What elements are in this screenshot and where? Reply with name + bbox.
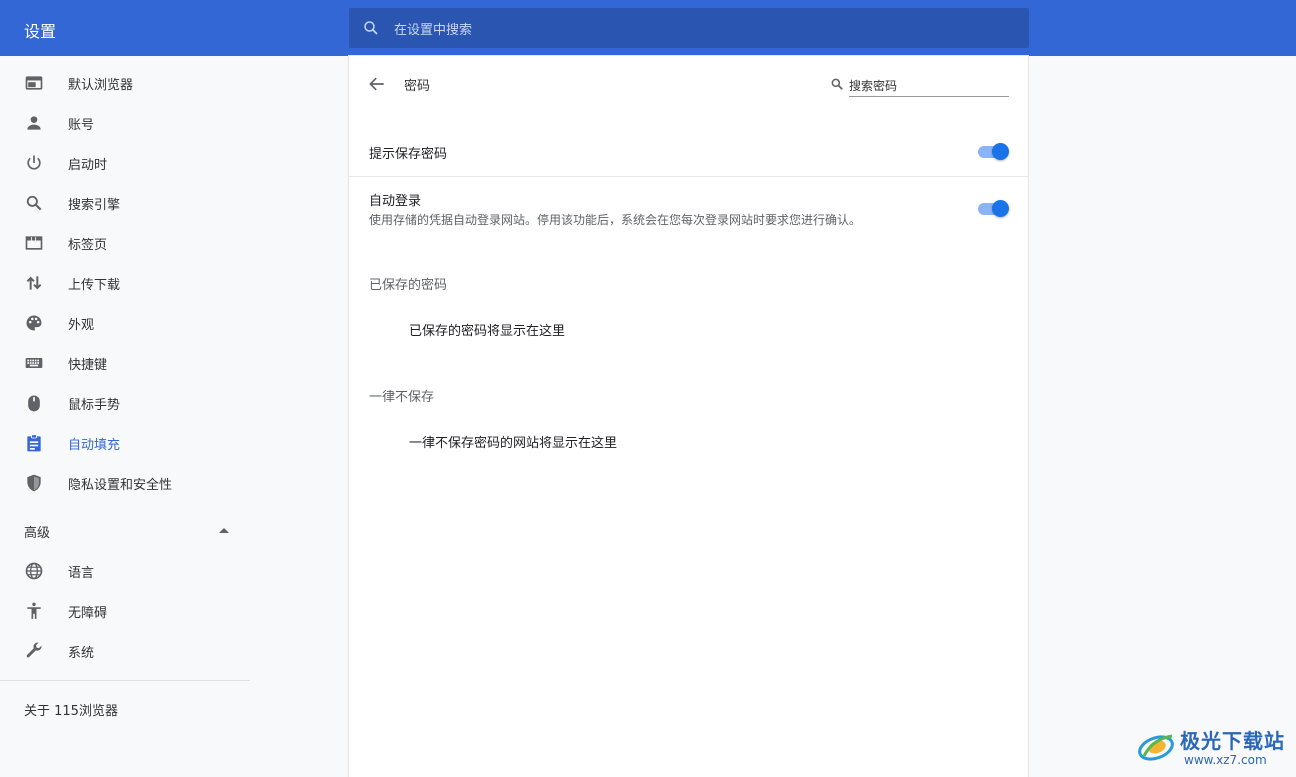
never-saved-heading: 一律不保存 [369,390,435,405]
never-saved-empty-message: 一律不保存密码的网站将显示在这里 [409,436,618,451]
app-title: 设置 [24,22,57,41]
sidebar-item-label: 语言 [68,566,95,581]
accessibility-icon [27,602,41,619]
settings-search-box[interactable]: 在设置中搜索 [349,8,1029,48]
search-icon [831,78,843,90]
watermark-logo-icon [1138,734,1174,761]
settings-search-placeholder[interactable]: 在设置中搜索 [394,19,472,38]
sidebar-item-autofill[interactable]: 自动填充 [0,423,250,463]
sidebar-item-label: 搜索引擎 [68,198,121,213]
auto-signin-description: 使用存储的凭据自动登录网站。停用该功能后，系统会在您每次登录网站时要求您进行确认… [369,213,862,227]
sidebar-item-label: 启动时 [68,158,108,173]
sidebar-item-label: 鼠标手势 [68,398,121,413]
watermark: 极光下载站 www.xz7.com [1136,722,1291,772]
sidebar-item-on-startup[interactable]: 启动时 [0,143,250,183]
sidebar-item-system[interactable]: 系统 [0,631,250,671]
sidebar-item-privacy-security[interactable]: 隐私设置和安全性 [0,463,250,503]
sidebar-item-shortcuts[interactable]: 快捷键 [0,343,250,383]
sidebar-item-appearance[interactable]: 外观 [0,303,250,343]
sidebar-item-accessibility[interactable]: 无障碍 [0,591,250,631]
advanced-label: 高级 [24,526,51,541]
clipboard-icon [27,434,41,452]
sidebar: 默认浏览器 账号 启动时 搜索引擎 标签页 上传下载 外观 快捷键 鼠标手势 自… [0,56,250,777]
auto-signin-label: 自动登录 [369,194,422,209]
person-icon [27,116,41,130]
caret-up-icon [219,528,229,533]
sidebar-divider [0,680,250,681]
shield-icon [27,474,41,492]
offer-to-save-toggle[interactable] [978,142,1010,162]
watermark-text: 极光下载站 [1180,729,1285,753]
passwords-card: 密码 提示保存密码 自动登录 使用存储的凭据自动登录网站。停用该功能后，系统会在… [349,56,1028,777]
page-title: 密码 [404,79,431,94]
wrench-icon [26,642,42,658]
toggle-knob [992,200,1009,217]
sidebar-item-account[interactable]: 账号 [0,103,250,143]
top-bar: 设置 在设置中搜索 [0,0,1296,56]
back-arrow-icon[interactable] [367,74,387,94]
mouse-icon [28,395,40,412]
sidebar-item-label: 外观 [68,318,95,333]
search-icon [26,195,42,211]
offer-to-save-label: 提示保存密码 [369,147,448,162]
sidebar-item-label: 上传下载 [68,278,121,293]
keyboard-icon [25,358,43,368]
up-down-arrows-icon [26,276,42,290]
saved-passwords-empty-message: 已保存的密码将显示在这里 [409,324,566,339]
palette-icon [26,315,42,331]
row-divider [349,176,1028,177]
password-search-input[interactable] [849,75,1009,97]
search-icon [364,21,378,35]
sidebar-item-label: 无障碍 [68,606,108,621]
watermark-url: www.xz7.com [1184,753,1267,767]
sidebar-item-tabs[interactable]: 标签页 [0,223,250,263]
sidebar-item-label: 快捷键 [68,358,108,373]
auto-signin-toggle[interactable] [978,199,1010,219]
sidebar-item-mouse-gestures[interactable]: 鼠标手势 [0,383,250,423]
saved-passwords-heading: 已保存的密码 [369,278,448,293]
sidebar-item-label: 隐私设置和安全性 [68,478,173,493]
sidebar-item-label: 系统 [68,646,95,661]
toggle-knob [992,143,1009,160]
tab-icon [25,236,43,250]
advanced-section-toggle[interactable]: 高级 [0,511,250,551]
sidebar-item-label: 默认浏览器 [68,78,134,93]
globe-icon [25,562,43,580]
about-link[interactable]: 关于 115浏览器 [24,700,118,719]
sidebar-item-default-browser[interactable]: 默认浏览器 [0,63,250,103]
power-icon [27,155,41,170]
sidebar-item-label: 标签页 [68,238,108,253]
sidebar-item-label: 自动填充 [68,438,121,453]
browser-window-icon [25,76,43,90]
sidebar-item-languages[interactable]: 语言 [0,551,250,591]
sidebar-item-label: 账号 [68,118,95,133]
sidebar-item-upload-download[interactable]: 上传下载 [0,263,250,303]
sidebar-item-search-engine[interactable]: 搜索引擎 [0,183,250,223]
